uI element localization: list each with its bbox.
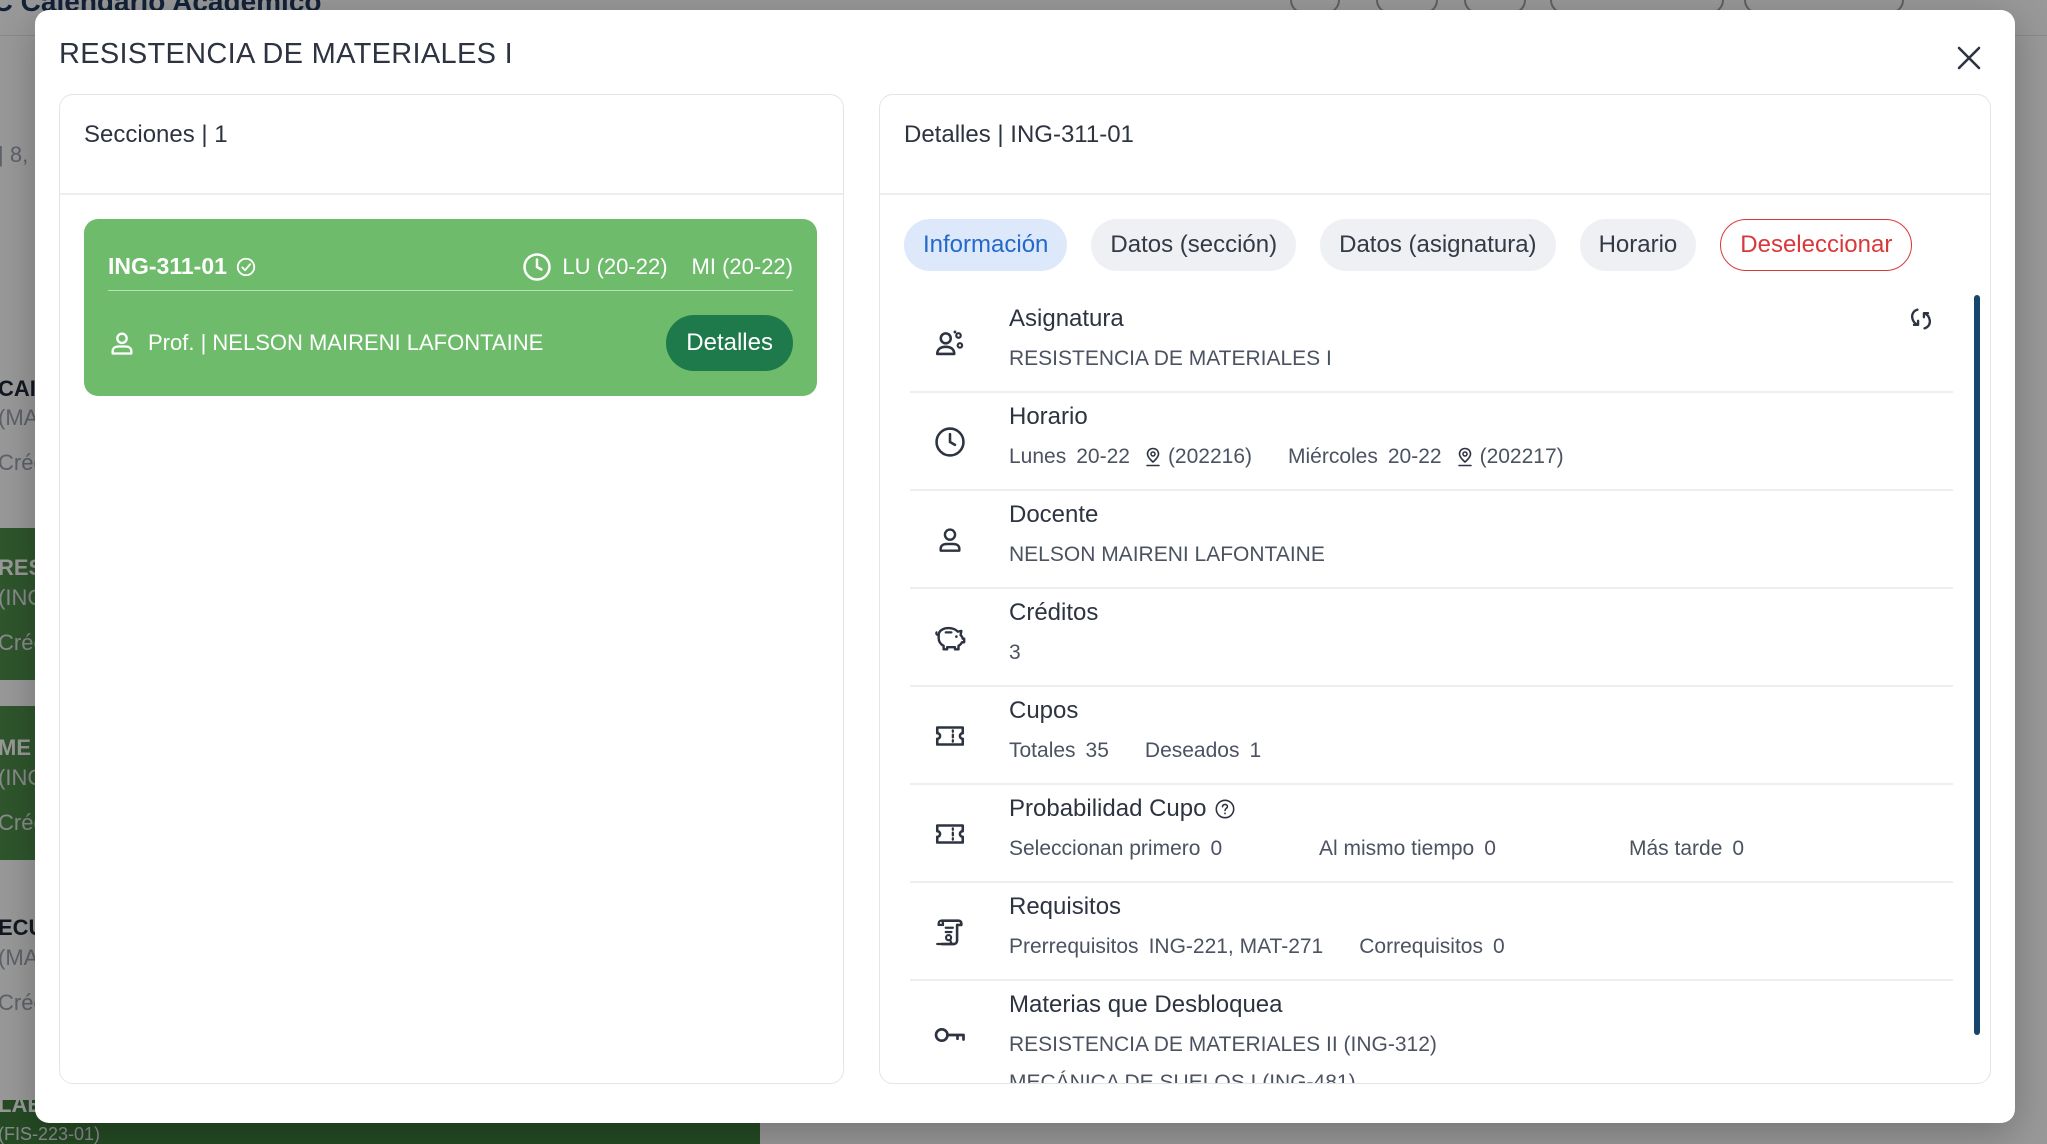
- tab-datos-asignatura[interactable]: Datos (asignatura): [1320, 219, 1556, 271]
- course-modal: RESISTENCIA DE MATERIALES I Secciones | …: [35, 10, 2015, 1123]
- tab-horario[interactable]: Horario: [1579, 219, 1697, 271]
- requisitos-co: Correquisitos 0: [1359, 935, 1504, 959]
- cupos-totales-value: 35: [1085, 739, 1109, 762]
- close-button[interactable]: [1949, 38, 1989, 78]
- asignatura-value: RESISTENCIA DE MATERIALES I: [1009, 347, 1332, 370]
- details-header: Detalles | ING-311-01: [880, 95, 1990, 195]
- horario-value: Lunes 20-22 (202216) Miércoles 20-22 (20…: [1009, 445, 1564, 469]
- section-schedule: LU (20-22) MI (20-22): [522, 252, 793, 282]
- close-icon: [1957, 46, 1981, 70]
- section-code-text: ING-311-01: [108, 253, 227, 279]
- help-circle-icon[interactable]: [1214, 798, 1236, 820]
- probabilidad-label: Probabilidad Cupo: [1009, 795, 1236, 823]
- info-row-requisitos: Requisitos Prerrequisitos ING-221, MAT-2…: [910, 883, 1953, 981]
- requisitos-pre-label: Prerrequisitos: [1009, 935, 1139, 958]
- requisitos-value: Prerrequisitos ING-221, MAT-271 Correqui…: [1009, 935, 1505, 959]
- check-circle-icon: [236, 257, 256, 276]
- horario-slot: Lunes 20-22 (202216): [1009, 445, 1252, 469]
- desbloquea-item: MECÁNICA DE SUELOS I (ING-481): [1009, 1071, 1356, 1084]
- details-panel: Detalles | ING-311-01 Información Datos …: [879, 94, 1991, 1084]
- cupos-totales: Totales 35: [1009, 739, 1109, 763]
- details-tabs: Información Datos (sección) Datos (asign…: [904, 219, 1913, 271]
- key-icon: [932, 1017, 968, 1053]
- clock-icon: [523, 252, 552, 281]
- requisitos-co-label: Correquisitos: [1359, 935, 1483, 958]
- probabilidad-primero-value: 0: [1210, 837, 1223, 860]
- info-row-creditos: Créditos 3: [910, 589, 1953, 687]
- horario-time: 20-22: [1076, 445, 1130, 468]
- docente-label: Docente: [1009, 501, 1099, 528]
- ticket-icon: [932, 718, 968, 754]
- horario-room: (202216): [1167, 445, 1252, 468]
- probabilidad-tarde: Más tarde 0: [1629, 837, 1744, 861]
- sections-panel: Secciones | 1 ING-311-01 LU (20-22) MI (…: [59, 94, 844, 1084]
- probabilidad-tarde-value: 0: [1732, 837, 1745, 860]
- horario-day: Miércoles: [1288, 445, 1378, 468]
- refresh-icon: [1910, 308, 1932, 330]
- user-icon: [932, 522, 968, 558]
- deselect-button[interactable]: Deseleccionar: [1720, 219, 1913, 271]
- ticket-icon: [932, 816, 968, 852]
- horario-day: Lunes: [1009, 445, 1067, 468]
- probabilidad-value: Seleccionan primero 0 Al mismo tiempo 0 …: [1009, 837, 1744, 861]
- asignatura-label: Asignatura: [1009, 305, 1124, 332]
- horario-room: (202217): [1479, 445, 1564, 468]
- info-row-desbloquea: Materias que Desbloquea RESISTENCIA DE M…: [910, 981, 1953, 1084]
- cupos-deseados-value: 1: [1249, 739, 1262, 762]
- location-pin-icon: [1456, 447, 1474, 467]
- probabilidad-mismo-label: Al mismo tiempo: [1319, 837, 1475, 860]
- info-row-horario: Horario Lunes 20-22 (202216) Miércoles 2…: [910, 393, 1953, 491]
- info-row-cupos: Cupos Totales 35 Deseados 1: [910, 687, 1953, 785]
- refresh-button[interactable]: [1905, 303, 1937, 335]
- requisitos-label: Requisitos: [1009, 893, 1122, 920]
- cupos-totales-label: Totales: [1009, 739, 1076, 762]
- section-card[interactable]: ING-311-01 LU (20-22) MI (20-22) Prof. |…: [84, 219, 817, 396]
- section-card-bottom: Prof. | NELSON MAIRENI LAFONTAINE Detall…: [108, 315, 793, 371]
- horario-slot: Miércoles 20-22 (202217): [1288, 445, 1564, 469]
- info-list: Asignatura RESISTENCIA DE MATERIALES I H…: [910, 295, 1953, 1084]
- creditos-label: Créditos: [1009, 599, 1099, 626]
- course-icon: [932, 326, 968, 362]
- cupos-deseados: Deseados 1: [1145, 739, 1261, 763]
- tab-datos-seccion[interactable]: Datos (sección): [1091, 219, 1297, 271]
- modal-title: RESISTENCIA DE MATERIALES I: [59, 38, 513, 70]
- cupos-value: Totales 35 Deseados 1: [1009, 739, 1261, 763]
- cupos-label: Cupos: [1009, 697, 1079, 724]
- desbloquea-item: RESISTENCIA DE MATERIALES II (ING-312): [1009, 1033, 1437, 1056]
- cupos-deseados-label: Deseados: [1144, 739, 1240, 762]
- section-card-top: ING-311-01 LU (20-22) MI (20-22): [108, 243, 793, 291]
- section-professor: Prof. | NELSON MAIRENI LAFONTAINE: [108, 329, 543, 357]
- info-row-asignatura: Asignatura RESISTENCIA DE MATERIALES I: [910, 295, 1953, 393]
- section-schedule-day: MI (20-22): [691, 253, 793, 279]
- section-code: ING-311-01: [108, 253, 257, 280]
- probabilidad-mismo: Al mismo tiempo 0: [1319, 837, 1629, 861]
- horario-time: 20-22: [1387, 445, 1442, 468]
- section-professor-name: Prof. | NELSON MAIRENI LAFONTAINE: [148, 330, 544, 355]
- clock-icon: [932, 424, 968, 460]
- probabilidad-tarde-label: Más tarde: [1629, 837, 1723, 860]
- requisitos-pre: Prerrequisitos ING-221, MAT-271: [1009, 935, 1323, 959]
- requisitos-pre-value: ING-221, MAT-271: [1148, 935, 1324, 958]
- piggy-bank-icon: [932, 620, 968, 656]
- sections-header: Secciones | 1: [60, 95, 843, 195]
- user-icon: [111, 332, 133, 355]
- details-scrollbar[interactable]: [1974, 295, 1980, 1035]
- probabilidad-primero-label: Seleccionan primero: [1009, 837, 1201, 860]
- section-schedule-day: LU (20-22): [562, 253, 668, 279]
- docente-value: NELSON MAIRENI LAFONTAINE: [1009, 543, 1325, 566]
- requisitos-co-value: 0: [1492, 935, 1505, 958]
- probabilidad-mismo-value: 0: [1484, 837, 1496, 860]
- certificate-icon: [932, 914, 968, 950]
- details-button[interactable]: Detalles: [666, 315, 793, 371]
- horario-label: Horario: [1009, 403, 1088, 430]
- tab-informacion[interactable]: Información: [904, 219, 1068, 271]
- probabilidad-label-text: Probabilidad Cupo: [1009, 795, 1207, 822]
- info-row-docente: Docente NELSON MAIRENI LAFONTAINE: [910, 491, 1953, 589]
- desbloquea-label: Materias que Desbloquea: [1009, 991, 1283, 1018]
- info-row-probabilidad: Probabilidad Cupo Seleccionan primero 0 …: [910, 785, 1953, 883]
- creditos-value: 3: [1009, 641, 1021, 664]
- location-pin-icon: [1144, 447, 1162, 467]
- probabilidad-primero: Seleccionan primero 0: [1009, 837, 1319, 861]
